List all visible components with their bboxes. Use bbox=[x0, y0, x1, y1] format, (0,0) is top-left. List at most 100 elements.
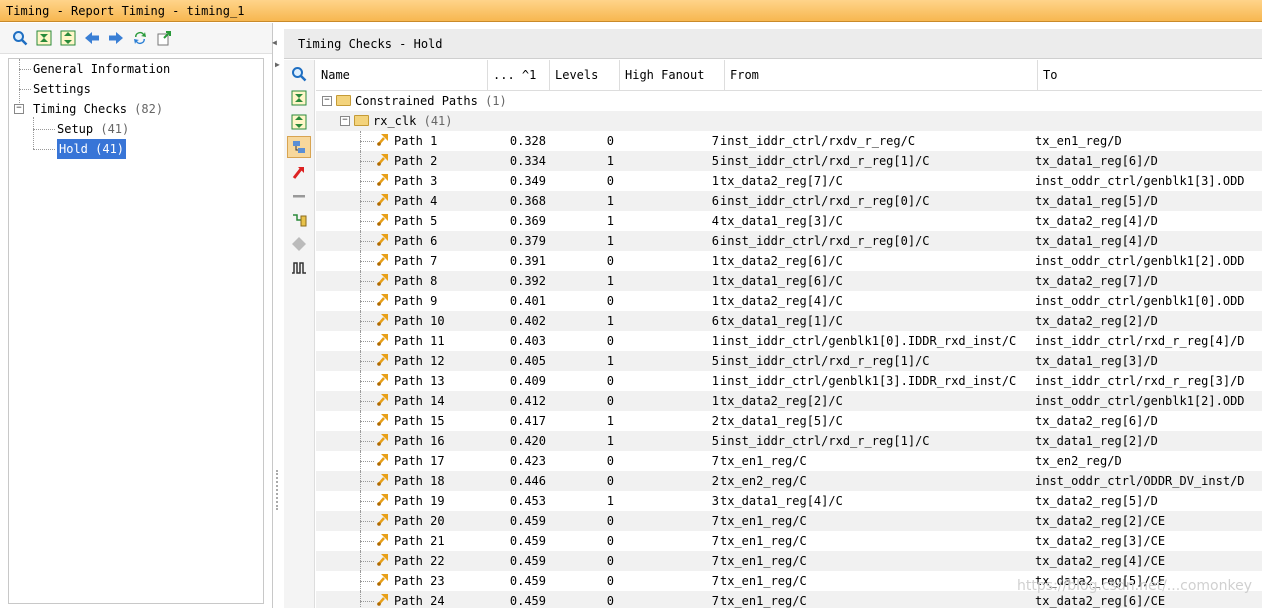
cell-high-fanout: 7 bbox=[711, 554, 719, 568]
table-row[interactable]: Path 11 0.403 0 1 inst_iddr_ctrl/genblk1[0].… bbox=[316, 331, 1262, 351]
waveform-icon[interactable] bbox=[288, 258, 310, 278]
expand-all-icon[interactable] bbox=[288, 112, 310, 132]
tree-guide bbox=[360, 281, 374, 282]
table-row[interactable]: Path 17 0.423 0 7 tx_en1_reg/C tx_en2_reg/D bbox=[316, 451, 1262, 471]
table-row[interactable]: Path 19 0.453 1 3 tx_data1_reg[4]/C tx_data2_… bbox=[316, 491, 1262, 511]
table-row[interactable]: Path 20 0.459 0 7 tx_en1_reg/C tx_data2_reg[2… bbox=[316, 511, 1262, 531]
tree-item-timing-checks[interactable]: − Timing Checks (82) bbox=[9, 99, 263, 119]
cell-high-fanout: 7 bbox=[711, 454, 719, 468]
path-icon bbox=[376, 532, 390, 552]
forward-icon[interactable] bbox=[106, 28, 126, 48]
cell-slack: 0.417 bbox=[509, 414, 546, 428]
path-icon bbox=[376, 332, 390, 352]
cell-to: inst_oddr_ctrl/genblk1[2].ODD bbox=[1035, 394, 1245, 408]
table-row[interactable]: Path 9 0.401 0 1 tx_data2_reg[4]/C inst_oddr_… bbox=[316, 291, 1262, 311]
cell-name: Path 21 bbox=[316, 531, 488, 551]
path-name: Path 21 bbox=[394, 534, 445, 548]
diamond-icon[interactable] bbox=[288, 234, 310, 254]
table-row[interactable]: Path 3 0.349 0 1 tx_data2_reg[7]/C inst_oddr_… bbox=[316, 171, 1262, 191]
panel-collapse-left-icon[interactable]: ◀ bbox=[272, 38, 277, 47]
clock-label: rx_clk (41) bbox=[354, 111, 453, 131]
tree-item-count: (41) bbox=[100, 122, 130, 136]
splitter-handle[interactable] bbox=[276, 470, 280, 510]
cell-name: Path 6 bbox=[316, 231, 488, 251]
search-icon[interactable] bbox=[288, 64, 310, 84]
table-row[interactable]: Path 12 0.405 1 5 inst_iddr_ctrl/rxd_r_reg[1… bbox=[316, 351, 1262, 371]
column-header-high-fanout[interactable]: High Fanout bbox=[620, 60, 725, 90]
path-icon bbox=[376, 212, 390, 232]
table-row[interactable]: Path 21 0.459 0 7 tx_en1_reg/C tx_data2_reg[3… bbox=[316, 531, 1262, 551]
cell-name: Path 20 bbox=[316, 511, 488, 531]
table-row[interactable]: Path 10 0.402 1 6 tx_data1_reg[1]/C tx_data2_… bbox=[316, 311, 1262, 331]
cell-high-fanout: 5 bbox=[711, 434, 719, 448]
cell-name: Path 15 bbox=[316, 411, 488, 431]
table-row[interactable]: Path 16 0.420 1 5 inst_iddr_ctrl/rxd_r_reg[1… bbox=[316, 431, 1262, 451]
refresh-icon[interactable] bbox=[130, 28, 150, 48]
cell-to: tx_data2_reg[6]/D bbox=[1035, 414, 1158, 428]
tree-guide bbox=[360, 401, 374, 402]
table-row[interactable]: Path 15 0.417 1 2 tx_data1_reg[5]/C tx_data2_… bbox=[316, 411, 1262, 431]
column-header-levels[interactable]: Levels bbox=[550, 60, 620, 90]
cell-from: inst_iddr_ctrl/genblk1[3].IDDR_rxd_inst/… bbox=[720, 374, 1017, 388]
table-row[interactable]: Path 13 0.409 0 1 inst_iddr_ctrl/genblk1[3].… bbox=[316, 371, 1262, 391]
table-row[interactable]: Path 2 0.334 1 5 inst_iddr_ctrl/rxd_r_reg[1]… bbox=[316, 151, 1262, 171]
path-name: Path 12 bbox=[394, 354, 445, 368]
cell-levels: 1 bbox=[606, 274, 614, 288]
back-icon[interactable] bbox=[82, 28, 102, 48]
search-icon[interactable] bbox=[10, 28, 30, 48]
table-row[interactable]: Path 8 0.392 1 1 tx_data1_reg[6]/C tx_data2_r… bbox=[316, 271, 1262, 291]
collapse-toggle-icon[interactable]: − bbox=[322, 96, 332, 106]
table-row[interactable]: Path 5 0.369 1 4 tx_data1_reg[3]/C tx_data2_r… bbox=[316, 211, 1262, 231]
panel-collapse-right-icon[interactable]: ▶ bbox=[275, 60, 280, 69]
path-icon bbox=[376, 272, 390, 292]
collapse-toggle-icon[interactable]: − bbox=[340, 116, 350, 126]
tree-item-hold[interactable]: Hold (41) bbox=[9, 139, 263, 159]
cell-high-fanout: 6 bbox=[711, 234, 719, 248]
export-icon[interactable] bbox=[154, 28, 174, 48]
cell-high-fanout: 2 bbox=[711, 414, 719, 428]
column-header-from[interactable]: From bbox=[725, 60, 1038, 90]
collapse-all-icon[interactable] bbox=[34, 28, 54, 48]
cell-name: Path 1 bbox=[316, 131, 488, 151]
tree-guide bbox=[360, 301, 374, 302]
table-row[interactable]: Path 4 0.368 1 6 inst_iddr_ctrl/rxd_r_reg[0]… bbox=[316, 191, 1262, 211]
tree-guide bbox=[360, 361, 374, 362]
tree-item-settings[interactable]: Settings bbox=[9, 79, 263, 99]
cell-from: inst_iddr_ctrl/genblk1[0].IDDR_rxd_inst/… bbox=[720, 334, 1017, 348]
tree-guide bbox=[360, 481, 374, 482]
cell-to: tx_data2_reg[5]/D bbox=[1035, 494, 1158, 508]
path-name: Path 23 bbox=[394, 574, 445, 588]
cell-name: Path 5 bbox=[316, 211, 488, 231]
tree-row-clock[interactable]: − rx_clk (41) bbox=[316, 111, 1262, 131]
table-row[interactable]: Path 1 0.328 0 7 inst_iddr_ctrl/rxdv_r_reg/C… bbox=[316, 131, 1262, 151]
table-row[interactable]: Path 7 0.391 0 1 tx_data2_reg[6]/C inst_oddr_… bbox=[316, 251, 1262, 271]
table-row[interactable]: Path 18 0.446 0 2 tx_en2_reg/C inst_oddr_ctrl… bbox=[316, 471, 1262, 491]
column-header-name[interactable]: Name bbox=[316, 60, 488, 90]
table-row[interactable]: Path 14 0.412 0 1 tx_data2_reg[2]/C inst_oddr… bbox=[316, 391, 1262, 411]
cell-high-fanout: 1 bbox=[711, 174, 719, 188]
route-icon[interactable] bbox=[288, 162, 310, 182]
collapse-all-icon[interactable] bbox=[288, 88, 310, 108]
cell-slack: 0.409 bbox=[509, 374, 546, 388]
group-icon[interactable] bbox=[287, 136, 311, 158]
column-header-slack[interactable]: ... ^1 bbox=[488, 60, 550, 90]
path-icon bbox=[376, 132, 390, 152]
expand-all-icon[interactable] bbox=[58, 28, 78, 48]
cell-to: tx_data1_reg[4]/D bbox=[1035, 234, 1158, 248]
minus-icon[interactable] bbox=[288, 186, 310, 206]
table-row[interactable]: Path 22 0.459 0 7 tx_en1_reg/C tx_data2_reg[4… bbox=[316, 551, 1262, 571]
path-name: Path 18 bbox=[394, 474, 445, 488]
cell-levels: 1 bbox=[606, 194, 614, 208]
cell-levels: 0 bbox=[606, 514, 614, 528]
path-name: Path 4 bbox=[394, 194, 438, 208]
cell-high-fanout: 7 bbox=[711, 134, 719, 148]
cell-name: Path 4 bbox=[316, 191, 488, 211]
table-row[interactable]: Path 6 0.379 1 6 inst_iddr_ctrl/rxd_r_reg[0]… bbox=[316, 231, 1262, 251]
tree-row-constrained-paths[interactable]: − Constrained Paths (1) bbox=[316, 91, 1262, 111]
column-header-to[interactable]: To bbox=[1038, 60, 1262, 90]
tree-item-setup[interactable]: Setup (41) bbox=[9, 119, 263, 139]
collapse-toggle-icon[interactable]: − bbox=[14, 104, 24, 114]
cell-name: Path 22 bbox=[316, 551, 488, 571]
schematic-icon[interactable] bbox=[288, 210, 310, 230]
tree-item-general-information[interactable]: General Information bbox=[9, 59, 263, 79]
